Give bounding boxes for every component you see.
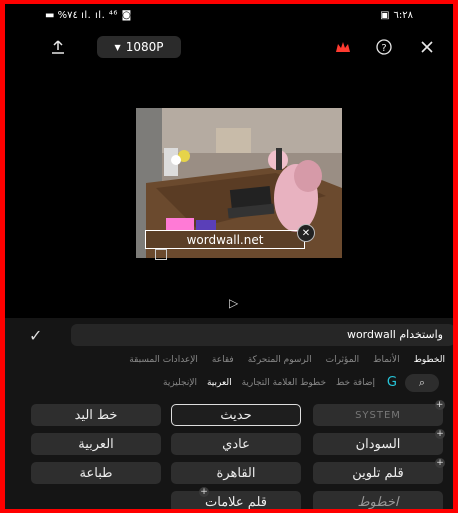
status-bar: ▬ %٧٤ ıl. ıl. ⁴⁶ ◙ ▣ ٦:٢٨ <box>5 4 453 30</box>
resolution-label: 1080P <box>125 40 164 54</box>
tab-presets[interactable]: الإعدادات المسبقة <box>129 350 198 370</box>
font-sudan[interactable]: السودان + <box>313 429 445 455</box>
font-label: قلم تلوين <box>352 465 404 481</box>
font-label: طباعة <box>79 465 113 481</box>
tab-styles[interactable]: الأنماط <box>373 350 399 370</box>
download-icon: + <box>199 487 209 497</box>
font-cairo[interactable]: القاهرة <box>171 462 301 484</box>
font-crayon[interactable]: قلم تلوين + <box>313 458 445 484</box>
export-icon[interactable] <box>49 38 67 56</box>
category-add-font[interactable]: إضافة خط <box>336 374 375 392</box>
font-label: حديث <box>220 407 252 423</box>
clock: ٦:٢٨ <box>393 10 413 21</box>
panel-tabs: الخطوط الأنماط المؤثرات الرسوم المتحركة … <box>5 350 453 370</box>
svg-text:?: ? <box>381 43 386 54</box>
checkmark-icon[interactable]: ✓ <box>29 326 42 345</box>
download-icon: + <box>435 458 445 468</box>
text-field[interactable]: واستخدام wordwall <box>71 324 453 346</box>
font-categories: ⌕ G إضافة خط خطوط العلامة التجارية العرب… <box>5 374 453 394</box>
font-arabic[interactable]: العربية <box>31 433 161 455</box>
font-label: SYSTEM <box>355 409 401 421</box>
font-label: السودان <box>355 436 401 452</box>
font-label: خط اليد <box>74 407 118 423</box>
font-label: عادي <box>222 436 250 452</box>
font-print[interactable]: طباعة <box>31 462 161 484</box>
font-label: القاهرة <box>216 465 256 481</box>
capcut-icon[interactable]: G <box>387 375 397 390</box>
crown-icon[interactable] <box>334 38 352 56</box>
status-right: ▣ ٦:٢٨ <box>380 10 413 21</box>
font-label: اخطوط <box>357 494 399 510</box>
font-lines[interactable]: اخطوط <box>313 491 443 509</box>
battery-percent: %٧٤ <box>57 10 82 21</box>
text-panel: ✓ واستخدام wordwall الخطوط الأنماط المؤث… <box>5 318 453 509</box>
font-regular[interactable]: عادي <box>171 433 301 455</box>
watermark-text: wordwall.net <box>186 232 264 247</box>
category-arabic[interactable]: العربية <box>207 374 232 392</box>
category-english[interactable]: الإنجليزية <box>163 374 197 392</box>
play-icon[interactable]: ▷ <box>229 296 238 310</box>
status-left: ▬ %٧٤ ıl. ıl. ⁴⁶ ◙ <box>45 10 132 21</box>
chevron-down-icon: ▼ <box>114 42 121 52</box>
text-input-row: ✓ واستخدام wordwall <box>5 322 453 348</box>
font-handwriting[interactable]: خط اليد <box>31 404 161 426</box>
watermark-delete-icon[interactable]: ✕ <box>297 224 315 242</box>
signal-icon: ıl. ıl. ⁴⁶ ◙ <box>81 10 132 21</box>
font-label: العربية <box>78 436 114 452</box>
font-system[interactable]: SYSTEM + <box>313 400 445 426</box>
help-icon[interactable]: ? <box>375 38 393 56</box>
app-window: ▬ %٧٤ ıl. ıl. ⁴⁶ ◙ ▣ ٦:٢٨ ▼ 1080P ? word… <box>5 4 453 509</box>
battery-icon: ▬ <box>45 10 55 21</box>
close-icon[interactable] <box>418 38 436 56</box>
category-brand-fonts[interactable]: خطوط العلامة التجارية <box>242 374 326 392</box>
font-modern[interactable]: حديث <box>171 404 301 426</box>
download-icon: + <box>435 429 445 439</box>
tab-animations[interactable]: الرسوم المتحركة <box>248 350 312 370</box>
resolution-button[interactable]: ▼ 1080P <box>97 36 181 58</box>
tab-effects[interactable]: المؤثرات <box>326 350 360 370</box>
font-category-list: إضافة خط خطوط العلامة التجارية العربية ا… <box>163 374 375 392</box>
watermark-resize-handle[interactable] <box>155 249 167 260</box>
download-icon: + <box>435 400 445 410</box>
watermark-text-box[interactable]: wordwall.net <box>145 230 305 249</box>
gallery-icon: ▣ <box>380 10 390 21</box>
tab-bubble[interactable]: فقاعة <box>212 350 234 370</box>
font-marker[interactable]: قلم علامات + <box>171 487 301 510</box>
tab-fonts[interactable]: الخطوط <box>414 350 445 370</box>
search-icon[interactable]: ⌕ <box>405 374 439 392</box>
font-label: قلم علامات <box>205 494 267 510</box>
